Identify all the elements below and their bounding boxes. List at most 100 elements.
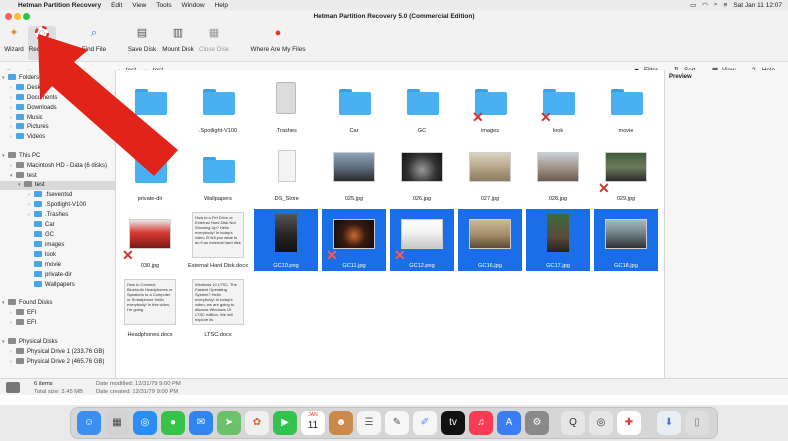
tree-item-private-dir[interactable]: private-dir — [28, 271, 72, 280]
recovery-button[interactable]: Recovery — [28, 25, 56, 60]
file-item[interactable]: 026.jpg — [390, 142, 454, 204]
menu-edit[interactable]: Edit — [111, 2, 122, 9]
tree-item-images[interactable]: images — [28, 241, 64, 250]
file-item[interactable]: ✕ 029.jpg — [594, 142, 658, 204]
file-item-selected[interactable]: ✕ GC12.png — [390, 209, 454, 271]
file-item-selected[interactable]: GC17.jpg — [526, 209, 590, 271]
lifebuoy-app-icon[interactable]: ✚ — [617, 411, 641, 435]
menu-tools[interactable]: Tools — [156, 2, 171, 9]
file-item-selected[interactable]: GC18.jpg — [594, 209, 658, 271]
menu-app-name[interactable]: Hetman Partition Recovery — [18, 2, 101, 9]
file-item[interactable]: .DS_Store — [254, 142, 318, 204]
tree-physical-drive-2[interactable]: › Physical Drive 2 (465.76 GB) — [10, 358, 104, 367]
launchpad-icon[interactable]: ▦ — [105, 411, 129, 435]
wizard-button[interactable]: ✦ Wizard — [2, 26, 26, 60]
tree-item-look[interactable]: look — [28, 251, 56, 260]
tree-item-wallpapers[interactable]: Wallpapers — [28, 281, 75, 290]
menu-help[interactable]: Help — [215, 2, 228, 9]
finder-icon[interactable]: ☺ — [77, 411, 101, 435]
notes-icon[interactable]: ✐ — [413, 411, 437, 435]
reminders-icon[interactable]: ☰ — [357, 411, 381, 435]
tree-found-disks-header[interactable]: ▾ Found Disks — [2, 299, 52, 308]
tree-item-desktop[interactable]: › Desktop — [10, 84, 49, 93]
facetime-icon[interactable]: ▶ — [273, 411, 297, 435]
file-item[interactable]: ✕ images — [458, 74, 522, 136]
file-item[interactable]: .Trashes — [254, 74, 318, 136]
file-item[interactable]: ✕ 030.jpg — [118, 209, 182, 271]
downloads-folder-icon[interactable]: ⬇ — [657, 411, 681, 435]
menu-window[interactable]: Window — [181, 2, 204, 9]
file-item[interactable]: ✕ look — [526, 74, 590, 136]
tree-item-videos[interactable]: › Videos — [10, 133, 45, 142]
file-item[interactable]: Car — [322, 74, 386, 136]
menu-view[interactable]: View — [132, 2, 146, 9]
file-item[interactable]: GC — [390, 74, 454, 136]
trash-dock-icon[interactable]: ▯ — [685, 411, 709, 435]
trash-icon — [276, 82, 296, 114]
messages-icon[interactable]: ● — [161, 411, 185, 435]
tree-folders-header[interactable]: ▾ Folders — [2, 74, 39, 83]
find-file-button[interactable]: ⌕ Find File — [80, 26, 108, 60]
file-item-selected[interactable]: GC10.png — [254, 209, 318, 271]
file-item[interactable]: Windows 10 LTSC. The Fastest Operating S… — [186, 276, 250, 340]
safari-icon[interactable]: ◎ — [133, 411, 157, 435]
maps-icon[interactable]: ➤ — [217, 411, 241, 435]
file-item-selected[interactable]: ✕ GC11.jpg — [322, 209, 386, 271]
tree-thispc-header[interactable]: ▾ This PC — [2, 152, 40, 161]
file-item[interactable]: How to Connect Bluetooth Headphones or S… — [118, 276, 182, 340]
app-store-icon[interactable]: A — [497, 411, 521, 435]
system-settings-icon[interactable]: ⚙ — [525, 411, 549, 435]
tree-item-fseventsd[interactable]: › .fseventsd — [28, 191, 72, 200]
file-item[interactable]: movie — [594, 74, 658, 136]
close-window-icon[interactable] — [5, 13, 12, 20]
save-disk-button[interactable]: ▤ Save Disk — [127, 26, 157, 60]
calendar-icon[interactable]: JAN 11 — [301, 411, 325, 435]
partition-recovery-icon[interactable]: ◎ — [589, 411, 613, 435]
music-icon[interactable]: ♫ — [469, 411, 493, 435]
folder-icon — [34, 201, 42, 208]
tree-item-test-selected[interactable]: ▾ test — [0, 181, 115, 190]
file-item[interactable]: How to a Fet Drive or External Hard Disk… — [186, 209, 250, 271]
tree-item-movie[interactable]: movie — [28, 261, 61, 270]
file-item[interactable]: 028.jpg — [526, 142, 590, 204]
file-item[interactable]: 027.jpg — [458, 142, 522, 204]
tree-found-efi-1[interactable]: › EFI — [10, 309, 36, 318]
where-are-my-files-button[interactable]: ● Where Are My Files — [250, 26, 306, 60]
file-item[interactable]: Wallpapers — [186, 142, 250, 204]
minimize-window-icon[interactable] — [14, 13, 21, 20]
tree-item-spotlight[interactable]: › .Spotlight-V100 — [28, 201, 86, 210]
file-item[interactable] — [118, 74, 182, 136]
tree-item-pictures[interactable]: › Pictures — [10, 123, 49, 132]
file-item[interactable]: private-dir — [118, 142, 182, 204]
tree-item-downloads[interactable]: › Downloads — [10, 104, 57, 113]
tree-item-car[interactable]: Car — [28, 221, 55, 230]
file-item[interactable]: 025.jpg — [322, 142, 386, 204]
photos-icon[interactable]: ✿ — [245, 411, 269, 435]
clock[interactable]: Sat Jan 11 12:07 — [733, 2, 782, 9]
tree-physical-drive-1[interactable]: › Physical Drive 1 (233.76 GB) — [10, 348, 104, 357]
freeform-icon[interactable]: ✎ — [385, 411, 409, 435]
tree-item-trashes[interactable]: › .Trashes — [28, 211, 68, 220]
tree-item-music[interactable]: › Music — [10, 114, 43, 123]
tree-disk-test[interactable]: ▾ test — [10, 172, 37, 181]
control-center-icon[interactable]: ≡ — [724, 2, 728, 9]
apple-tv-icon[interactable]: tv — [441, 411, 465, 435]
image-thumbnail — [333, 219, 375, 249]
disk-icon — [16, 172, 24, 179]
zoom-window-icon[interactable] — [23, 13, 30, 20]
contacts-icon[interactable]: ☻ — [329, 411, 353, 435]
search-icon[interactable]: ⌕ — [714, 1, 718, 9]
tree-item-documents[interactable]: › Documents — [10, 94, 57, 103]
file-item-selected[interactable]: GC16.jpg — [458, 209, 522, 271]
file-item[interactable]: .Spotlight-V100 — [186, 74, 250, 136]
quicktime-icon[interactable]: Q — [561, 411, 585, 435]
mail-icon[interactable]: ✉ — [189, 411, 213, 435]
close-disk-button[interactable]: ▦ Close Disk — [198, 26, 230, 60]
tree-found-efi-2[interactable]: › EFI — [10, 319, 36, 328]
mount-disk-button[interactable]: ▥ Mount Disk — [162, 26, 194, 60]
wifi-icon[interactable]: ◠ — [702, 1, 708, 9]
tree-item-gc[interactable]: GC — [28, 231, 54, 240]
tree-physical-disks-header[interactable]: ▾ Physical Disks — [2, 338, 58, 347]
tree-disk-macintosh[interactable]: › Macintosh HD - Data (6 disks) — [10, 162, 107, 171]
battery-icon[interactable]: ▭ — [690, 1, 696, 9]
